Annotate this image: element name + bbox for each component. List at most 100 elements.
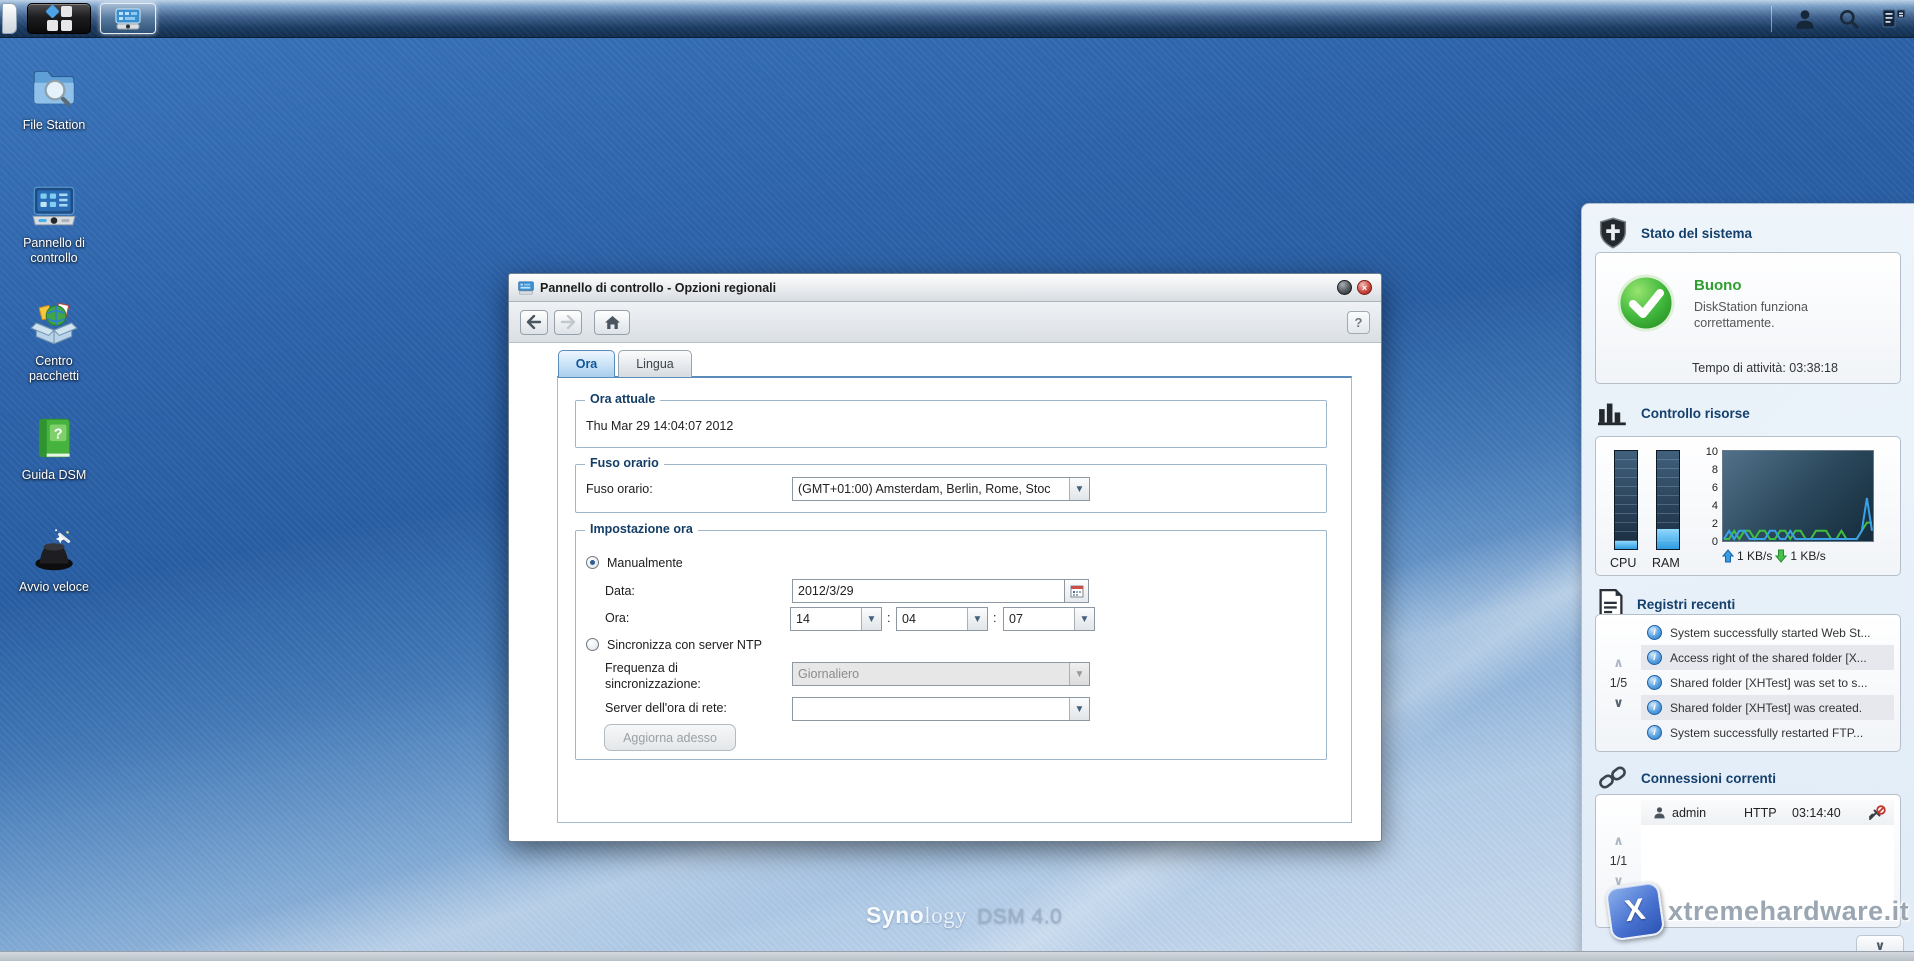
user-icon[interactable] xyxy=(1794,8,1816,30)
disconnect-icon[interactable] xyxy=(1868,805,1886,821)
help-button[interactable]: ? xyxy=(1347,311,1370,334)
watermark: X xtremehardware.it xyxy=(1608,884,1909,938)
connections-title: Connessioni correnti xyxy=(1641,771,1776,786)
current-time-legend: Ora attuale xyxy=(585,392,660,406)
info-icon: i xyxy=(1647,625,1662,640)
log-row[interactable]: i Shared folder [XHTest] was set to s... xyxy=(1641,670,1894,695)
home-button[interactable] xyxy=(594,310,630,335)
chevron-down-icon: ▼ xyxy=(1069,663,1089,685)
cpu-gauge xyxy=(1614,450,1638,550)
taskbar-divider xyxy=(1771,6,1772,32)
close-button[interactable]: × xyxy=(1357,280,1372,295)
timezone-select[interactable]: (GMT+01:00) Amsterdam, Berlin, Rome, Sto… xyxy=(792,477,1090,501)
download-rate: 1 KB/s xyxy=(1790,549,1825,563)
manual-label[interactable]: Manualmente xyxy=(607,556,683,570)
log-row[interactable]: i Access right of the shared folder [X..… xyxy=(1641,645,1894,670)
hour-select[interactable]: 14 ▼ xyxy=(790,607,882,631)
dialog-titlebar[interactable]: Pannello di controllo - Opzioni regional… xyxy=(509,274,1381,302)
watermark-text: xtremehardware.it xyxy=(1668,896,1909,927)
current-time-group: Ora attuale Thu Mar 29 14:04:07 2012 xyxy=(575,400,1327,448)
back-button[interactable] xyxy=(520,310,548,335)
quick-start-icon xyxy=(28,524,80,576)
recent-logs-title: Registri recenti xyxy=(1637,597,1735,612)
taskbar-item-control-panel[interactable] xyxy=(100,3,156,34)
file-station-icon xyxy=(28,62,80,114)
minute-select[interactable]: 04 ▼ xyxy=(896,607,988,631)
pager-up-icon[interactable]: ∧ xyxy=(1613,657,1624,669)
log-row[interactable]: i System successfully restarted FTP... xyxy=(1641,720,1894,745)
current-time-value: Thu Mar 29 14:04:07 2012 xyxy=(586,419,733,433)
status-description: DiskStation funziona correttamente. xyxy=(1694,300,1879,331)
recent-logs-card: ∧ 1/5 ∨ i System successfully started We… xyxy=(1595,614,1901,752)
info-icon: i xyxy=(1647,700,1662,715)
network-graph xyxy=(1722,450,1874,542)
main-menu-button[interactable] xyxy=(27,3,91,34)
control-panel-icon xyxy=(115,7,141,31)
desktop-icon-file-station[interactable]: File Station xyxy=(12,62,96,133)
tab-ora[interactable]: Ora xyxy=(558,350,615,377)
chevron-down-icon: ▼ xyxy=(1074,608,1094,630)
resource-monitor-header: Controllo risorse xyxy=(1598,400,1750,426)
network-legend: 1 KB/s 1 KB/s xyxy=(1722,549,1826,563)
logs-pager: ∧ 1/5 ∨ xyxy=(1596,615,1641,751)
control-panel-dialog: Pannello di controllo - Opzioni regional… xyxy=(508,273,1382,842)
resource-monitor-title: Controllo risorse xyxy=(1641,406,1750,421)
search-icon[interactable] xyxy=(1838,8,1860,30)
pager-down-icon[interactable]: ∨ xyxy=(1613,697,1624,709)
main-menu-icon xyxy=(47,6,72,31)
bar-chart-icon xyxy=(1598,400,1628,426)
upload-rate: 1 KB/s xyxy=(1737,549,1772,563)
calendar-button[interactable] xyxy=(1064,579,1089,603)
network-graph-lines xyxy=(1723,451,1873,541)
desktop-icon-label: Avvio veloce xyxy=(12,580,96,595)
widget-panel: Stato del sistema Buono DiskStation funz… xyxy=(1581,203,1914,961)
time-separator: : xyxy=(887,611,890,625)
ram-gauge xyxy=(1656,450,1680,550)
log-row[interactable]: i Shared folder [XHTest] was created. xyxy=(1641,695,1894,720)
server-label: Server dell'ora di rete: xyxy=(605,701,727,715)
home-icon xyxy=(604,315,621,330)
info-icon: i xyxy=(1647,725,1662,740)
second-select[interactable]: 07 ▼ xyxy=(1003,607,1095,631)
date-label: Data: xyxy=(605,584,635,598)
upload-arrow-icon xyxy=(1722,549,1734,563)
desktop-icon-control-panel[interactable]: Pannello di controllo xyxy=(12,180,96,266)
connection-row[interactable]: admin HTTP 03:14:40 xyxy=(1641,800,1894,825)
time-label: Ora: xyxy=(605,611,629,625)
ntp-label[interactable]: Sincronizza con server NTP xyxy=(607,638,762,652)
server-select[interactable]: ▼ xyxy=(792,697,1090,721)
taskbar xyxy=(0,0,1914,38)
chevron-down-icon: ▼ xyxy=(861,608,881,630)
control-panel-icon xyxy=(28,180,80,232)
show-desktop-tab[interactable] xyxy=(2,3,17,34)
cpu-label: CPU xyxy=(1610,556,1636,570)
desktop-icon-package-center[interactable]: Centro pacchetti xyxy=(12,298,96,384)
log-row[interactable]: i System successfully started Web St... xyxy=(1641,620,1894,645)
forward-button[interactable] xyxy=(554,310,582,335)
minimize-button[interactable] xyxy=(1337,280,1352,295)
shield-icon xyxy=(1598,217,1628,249)
timezone-label: Fuso orario: xyxy=(586,482,653,496)
widgets-toggle-icon[interactable] xyxy=(1882,9,1906,29)
bottom-edge-strip xyxy=(0,951,1914,961)
chain-link-icon xyxy=(1598,764,1628,792)
ntp-radio[interactable] xyxy=(586,638,599,651)
desktop-icon-quick-start[interactable]: Avvio veloce xyxy=(12,524,96,595)
resource-monitor-card: CPU RAM 10 8 6 4 2 0 1 KB/s 1 KB/s xyxy=(1595,436,1901,576)
manual-radio[interactable] xyxy=(586,556,599,569)
timezone-legend: Fuso orario xyxy=(585,456,664,470)
desktop-icon-dsm-help[interactable]: ? Guida DSM xyxy=(12,412,96,483)
pager-up-icon[interactable]: ∧ xyxy=(1613,835,1624,847)
time-setting-group: Impostazione ora Manualmente Data: Ora: xyxy=(575,530,1327,760)
tab-panel-ora: Ora attuale Thu Mar 29 14:04:07 2012 Fus… xyxy=(557,376,1352,823)
date-input[interactable] xyxy=(792,579,1064,603)
date-field-wrap xyxy=(792,579,1089,603)
forward-arrow-icon xyxy=(560,315,576,329)
chevron-down-icon: ▼ xyxy=(1069,698,1089,720)
package-center-icon xyxy=(28,298,80,350)
svg-text:?: ? xyxy=(54,427,63,443)
dialog-toolbar: ? xyxy=(509,302,1381,343)
connections-header: Connessioni correnti xyxy=(1598,764,1776,792)
watermark-x-icon: X xyxy=(1605,881,1666,942)
tab-lingua[interactable]: Lingua xyxy=(618,350,692,377)
